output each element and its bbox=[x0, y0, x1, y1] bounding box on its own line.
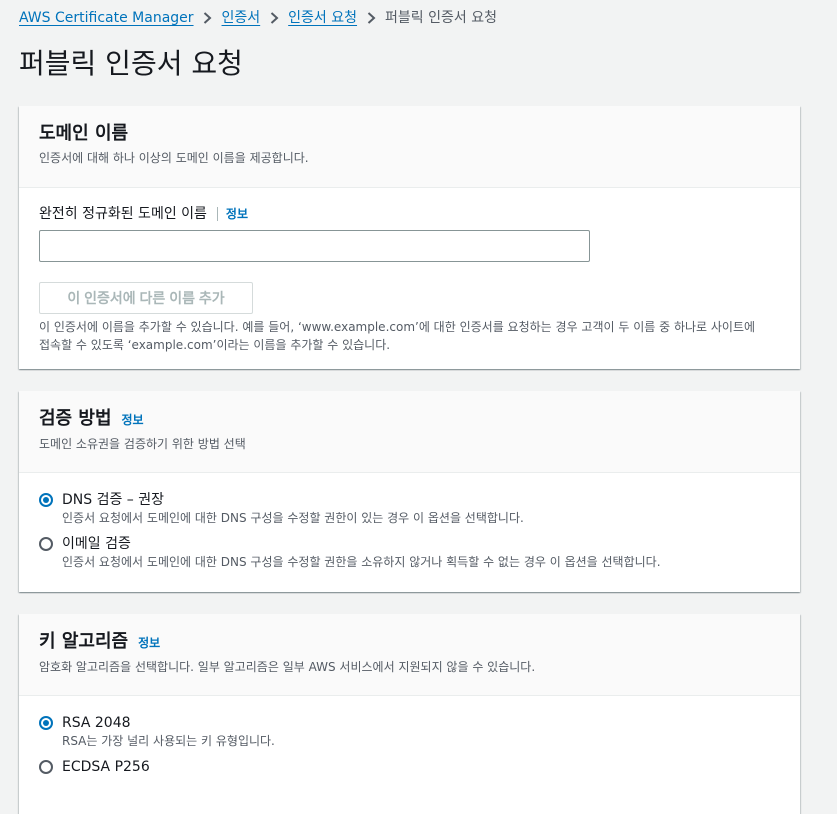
radio-label: 이메일 검증 bbox=[62, 536, 131, 552]
radio-description: 인증서 요청에서 도메인에 대한 DNS 구성을 수정할 권한을 소유하지 않거… bbox=[62, 555, 661, 569]
radio-button[interactable] bbox=[39, 537, 53, 551]
radio-option-email[interactable]: 이메일 검증 인증서 요청에서 도메인에 대한 DNS 구성을 수정할 권한을 … bbox=[39, 535, 780, 571]
panel-body: DNS 검증 – 권장 인증서 요청에서 도메인에 대한 DNS 구성을 수정할… bbox=[19, 473, 800, 571]
panel-title-text: 검증 방법 bbox=[39, 408, 112, 429]
panel-header: 검증 방법 정보 도메인 소유권을 검증하기 위한 방법 선택 bbox=[19, 391, 800, 473]
breadcrumb: AWS Certificate Manager 인증서 인증서 요청 퍼블릭 인… bbox=[19, 8, 497, 28]
panel-description: 도메인 소유권을 검증하기 위한 방법 선택 bbox=[39, 437, 246, 451]
radio-button[interactable] bbox=[39, 760, 53, 774]
panel-body: RSA 2048 RSA는 가장 널리 사용되는 키 유형입니다. ECDSA … bbox=[19, 696, 800, 776]
radio-description: RSA는 가장 널리 사용되는 키 유형입니다. bbox=[62, 734, 275, 748]
chevron-right-icon bbox=[194, 8, 222, 28]
key-algorithm-panel: 키 알고리즘 정보 암호화 알고리즘을 선택합니다. 일부 알고리즘은 일부 A… bbox=[19, 614, 800, 814]
radio-label: DNS 검증 – 권장 bbox=[62, 492, 165, 508]
panel-description: 암호화 알고리즘을 선택합니다. 일부 알고리즘은 일부 AWS 서비스에서 지… bbox=[39, 660, 536, 674]
panel-title: 검증 방법 정보 bbox=[39, 407, 780, 432]
chevron-right-icon bbox=[357, 8, 385, 28]
breadcrumb-current: 퍼블릭 인증서 요청 bbox=[385, 10, 497, 26]
validation-method-panel: 검증 방법 정보 도메인 소유권을 검증하기 위한 방법 선택 DNS 검증 –… bbox=[19, 391, 800, 592]
page-title: 퍼블릭 인증서 요청 bbox=[19, 47, 243, 80]
info-link[interactable]: 정보 bbox=[122, 408, 144, 432]
radio-option-rsa-2048[interactable]: RSA 2048 RSA는 가장 널리 사용되는 키 유형입니다. bbox=[39, 714, 780, 750]
fqdn-label-text: 완전히 정규화된 도메인 이름 bbox=[39, 206, 207, 222]
domain-name-panel: 도메인 이름 인증서에 대해 하나 이상의 도메인 이름을 제공합니다. 완전히… bbox=[19, 106, 800, 369]
radio-option-ecdsa-p256[interactable]: ECDSA P256 bbox=[39, 758, 780, 776]
panel-header: 도메인 이름 인증서에 대해 하나 이상의 도메인 이름을 제공합니다. bbox=[19, 106, 800, 188]
panel-description: 인증서에 대해 하나 이상의 도메인 이름을 제공합니다. bbox=[39, 151, 309, 165]
panel-header: 키 알고리즘 정보 암호화 알고리즘을 선택합니다. 일부 알고리즘은 일부 A… bbox=[19, 614, 800, 696]
radio-label: RSA 2048 bbox=[62, 715, 131, 731]
info-link[interactable]: 정보 bbox=[138, 631, 160, 655]
panel-title: 키 알고리즘 정보 bbox=[39, 630, 780, 655]
info-link[interactable]: 정보 bbox=[226, 204, 248, 224]
help-text-line-2: 접속할 수 있도록 ‘example.com’이라는 이름을 추가할 수 있습니… bbox=[39, 338, 391, 352]
breadcrumb-link-acm[interactable]: AWS Certificate Manager bbox=[19, 8, 194, 28]
radio-description: 인증서 요청에서 도메인에 대한 DNS 구성을 수정할 권한이 있는 경우 이… bbox=[62, 511, 524, 525]
radio-option-dns[interactable]: DNS 검증 – 권장 인증서 요청에서 도메인에 대한 DNS 구성을 수정할… bbox=[39, 491, 780, 527]
help-text: 이 인증서에 이름을 추가할 수 있습니다. 예를 들어, ‘www.examp… bbox=[39, 318, 780, 354]
divider bbox=[216, 207, 218, 221]
breadcrumb-link-certificates[interactable]: 인증서 bbox=[222, 8, 261, 28]
panel-title: 도메인 이름 bbox=[39, 123, 129, 144]
fqdn-field-label: 완전히 정규화된 도메인 이름 정보 bbox=[39, 204, 780, 224]
add-another-name-button[interactable]: 이 인증서에 다른 이름 추가 bbox=[39, 282, 253, 314]
help-text-line-1: 이 인증서에 이름을 추가할 수 있습니다. 예를 들어, ‘www.examp… bbox=[39, 320, 756, 334]
panel-body: 완전히 정규화된 도메인 이름 정보 이 인증서에 다른 이름 추가 이 인증서… bbox=[19, 204, 800, 354]
panel-title-text: 키 알고리즘 bbox=[39, 631, 129, 652]
breadcrumb-link-request-certificate[interactable]: 인증서 요청 bbox=[288, 8, 357, 28]
chevron-right-icon bbox=[260, 8, 288, 28]
radio-label: ECDSA P256 bbox=[62, 759, 150, 775]
radio-button-selected[interactable] bbox=[39, 716, 53, 730]
radio-button-selected[interactable] bbox=[39, 493, 53, 507]
fqdn-input[interactable] bbox=[39, 230, 590, 262]
